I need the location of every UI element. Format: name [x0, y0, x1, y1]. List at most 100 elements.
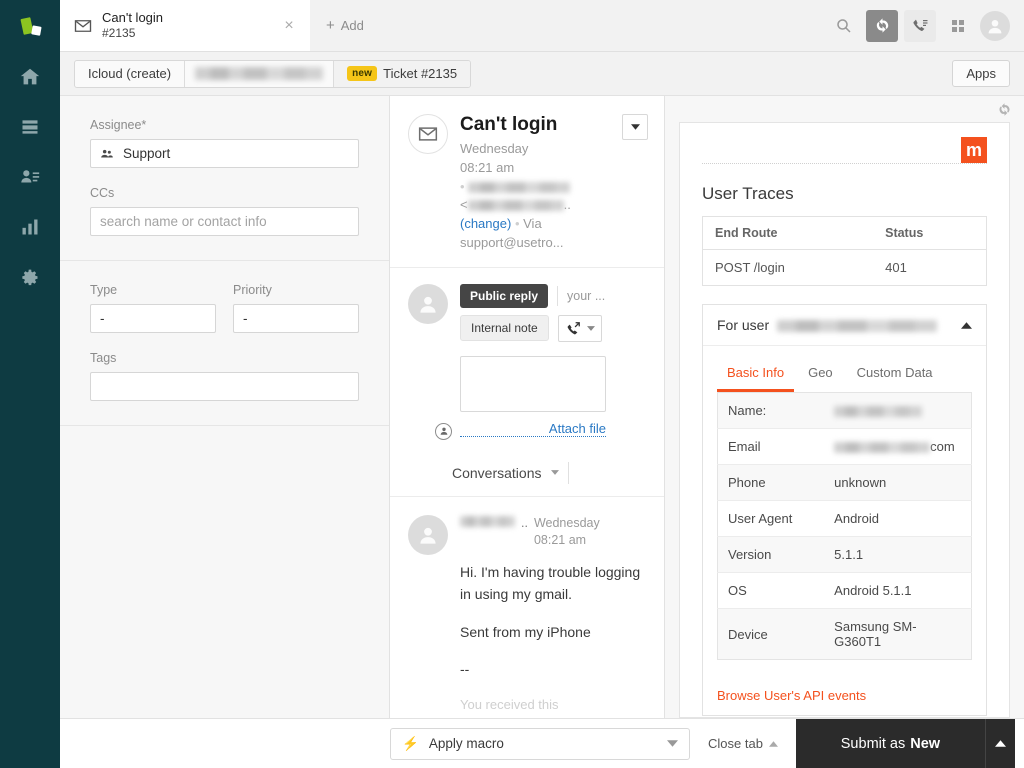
submit-dropdown-button[interactable]: [985, 719, 1015, 768]
user-traces-table: End Route Status POST /login 401: [702, 216, 987, 286]
breadcrumb-item-source[interactable]: Icloud (create): [75, 61, 185, 87]
message-avatar: [408, 515, 448, 718]
app-sidebar-panel: m User Traces End Route Status POST: [665, 96, 1024, 718]
public-reply-tab[interactable]: Public reply: [460, 284, 548, 308]
conversations-label[interactable]: Conversations: [452, 465, 542, 481]
message-line-4: You received this: [460, 695, 648, 716]
add-tab-label: Add: [341, 18, 364, 33]
content-columns: Assignee* Support CCs: [60, 96, 1024, 718]
internal-note-tab[interactable]: Internal note: [460, 315, 549, 341]
redacted-name-value: xxxxxxxxx: [834, 406, 922, 417]
tab-geo[interactable]: Geo: [798, 358, 843, 392]
info-value-user-agent: Android: [824, 501, 971, 537]
sidebar-item-contacts[interactable]: [0, 152, 60, 202]
table-row: Version 5.1.1: [718, 537, 972, 573]
user-traces-title: User Traces: [702, 184, 987, 204]
user-avatar-button[interactable]: [980, 11, 1010, 41]
change-requester-link[interactable]: (change): [460, 216, 511, 231]
user-traces-body: POST /login 401: [703, 250, 987, 286]
sidebar-item-reports[interactable]: [0, 202, 60, 252]
refresh-button[interactable]: [866, 10, 898, 42]
contacts-icon: [19, 166, 41, 188]
breadcrumb-item-user[interactable]: xxxxxxxxxxxxxxxx: [185, 61, 334, 87]
ticket-tab[interactable]: Can't login #2135 ×: [60, 0, 310, 51]
attach-file-link[interactable]: Attach file: [460, 421, 606, 437]
reply-editor[interactable]: [460, 356, 606, 412]
gear-icon: [20, 267, 41, 288]
assignee-label: Assignee*: [90, 118, 359, 132]
divider: [568, 462, 569, 484]
assignee-field-group: Assignee* Support: [90, 118, 359, 168]
priority-select[interactable]: -: [233, 304, 359, 333]
attach-row: Attach file: [460, 412, 606, 438]
call-action-button[interactable]: [558, 315, 602, 342]
refresh-icon[interactable]: [997, 102, 1012, 117]
info-key-user-agent: User Agent: [718, 501, 825, 537]
call-log-button[interactable]: [904, 10, 936, 42]
app-logo[interactable]: [0, 2, 60, 52]
tab-title: Can't login: [102, 10, 278, 26]
chevron-up-icon[interactable]: [961, 322, 972, 329]
ticket-channel-icon: [408, 114, 448, 154]
type-label: Type: [90, 283, 216, 297]
separator-dot-2: •: [515, 216, 520, 231]
breadcrumb-item-ticket[interactable]: new Ticket #2135: [334, 61, 470, 87]
divider: [557, 286, 558, 306]
tags-input[interactable]: [90, 372, 359, 401]
add-tab-button[interactable]: + Add: [310, 0, 380, 51]
trace-status: 401: [873, 250, 986, 286]
tab-custom-data[interactable]: Custom Data: [847, 358, 943, 392]
apply-macro-dropdown[interactable]: ⚡ Apply macro: [390, 728, 690, 760]
submit-state: New: [910, 736, 940, 752]
info-value-email: xxxxxxxxxxcom: [824, 429, 971, 465]
close-icon[interactable]: ×: [278, 15, 300, 37]
type-select[interactable]: -: [90, 304, 216, 333]
redacted-sender-name: xxxxxxxxxxxx: [468, 182, 570, 193]
close-tab-button[interactable]: Close tab: [708, 736, 778, 751]
reply-mode-row-2: Internal note: [460, 315, 648, 342]
type-field-group: Type -: [90, 283, 216, 333]
ccs-input[interactable]: search name or contact info: [90, 207, 359, 236]
group-icon: [100, 147, 114, 161]
table-row: Phone unknown: [718, 465, 972, 501]
author-ellipsis: ..: [521, 516, 528, 530]
tags-field-group: Tags: [90, 351, 359, 401]
redacted-user-name: xxxxxxxxxxxxxxxx: [195, 67, 323, 80]
assignee-section: Assignee* Support CCs: [60, 96, 389, 261]
search-button[interactable]: [828, 10, 860, 42]
apps-button[interactable]: Apps: [952, 60, 1010, 87]
assignee-input[interactable]: Support: [90, 139, 359, 168]
separator-dot: •: [460, 179, 465, 194]
conversation-panel: Can't login Wednesday 08:21 am • xxxxxxx…: [390, 96, 665, 718]
for-user-prefix: For user: [717, 317, 769, 333]
avatar: [408, 284, 448, 324]
message-line-1: Hi. I'm having trouble logging in using …: [460, 561, 648, 606]
priority-label: Priority: [233, 283, 359, 297]
agent-avatar: [408, 284, 448, 438]
sidebar-item-settings[interactable]: [0, 252, 60, 302]
ticket-header-meta: Wednesday 08:21 am • xxxxxxxxxxxx <xxxxx…: [460, 140, 614, 253]
sidebar-item-tickets[interactable]: [0, 102, 60, 152]
apps-grid-button[interactable]: [942, 10, 974, 42]
priority-field-group: Priority -: [233, 283, 359, 333]
tab-basic-info[interactable]: Basic Info: [717, 358, 794, 392]
ccs-label: CCs: [90, 186, 359, 200]
browse-api-events-link[interactable]: Browse User's API events: [703, 674, 986, 715]
for-user-header[interactable]: For user xxxxxxxxxxxxxxxxxxxx: [703, 305, 986, 346]
redacted-author-name: xxxxxx: [460, 516, 515, 527]
tab-ticket-number: #2135: [102, 26, 278, 41]
ticket-actions-dropdown[interactable]: [622, 114, 648, 140]
refresh-icon: [874, 17, 891, 34]
trace-route[interactable]: POST /login: [703, 250, 874, 286]
info-value-device: Samsung SM-G360T1: [824, 609, 971, 660]
info-value-os: Android 5.1.1: [824, 573, 971, 609]
info-key-version: Version: [718, 537, 825, 573]
app-root: Can't login #2135 × + Add: [0, 0, 1024, 768]
chevron-down-icon[interactable]: [551, 470, 559, 475]
breadcrumb: Icloud (create) xxxxxxxxxxxxxxxx new Tic…: [74, 60, 471, 88]
sidebar-item-home[interactable]: [0, 52, 60, 102]
classification-section: Type - Priority - Tags: [60, 261, 389, 426]
submit-button[interactable]: Submit as New: [796, 719, 985, 768]
breadcrumb-ticket-label: Ticket #2135: [383, 66, 457, 81]
message-timestamp: Wednesday 08:21 am: [534, 515, 600, 550]
